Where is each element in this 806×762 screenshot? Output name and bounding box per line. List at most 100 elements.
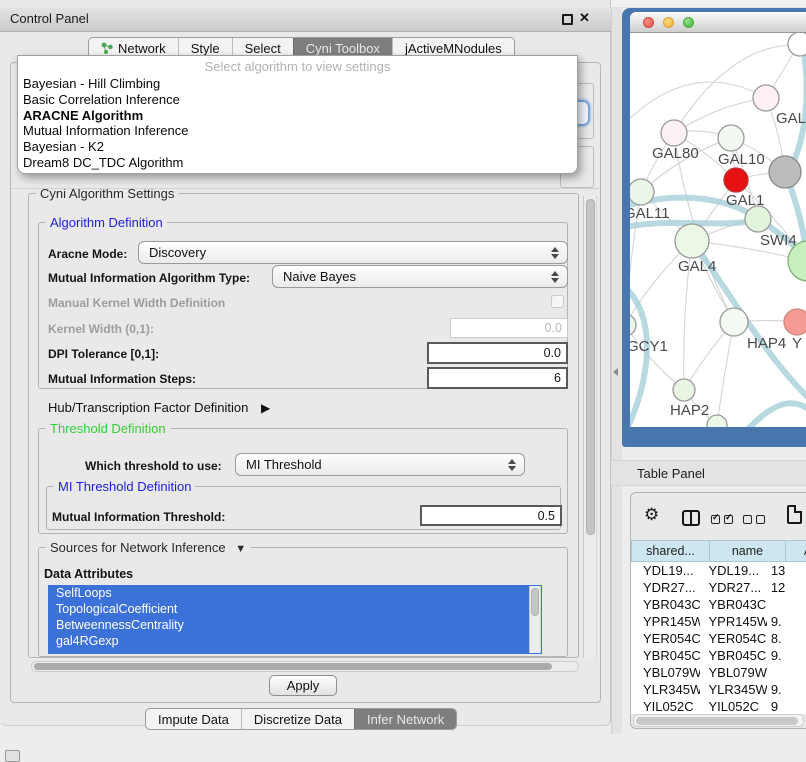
table-header-row[interactable]: shared...nameA <box>631 540 806 562</box>
table-row[interactable]: YBR045CYBR045C9. <box>631 647 806 664</box>
algorithm-option[interactable]: ARACNE Algorithm <box>18 108 577 124</box>
apply-button[interactable]: Apply <box>269 675 337 696</box>
scrollbar-thumb[interactable] <box>636 717 798 725</box>
scrollbar-thumb[interactable] <box>531 588 539 616</box>
table-row[interactable]: YBR043CYBR043C <box>631 596 806 613</box>
close-icon[interactable]: ✕ <box>579 10 590 26</box>
kernel-width-field[interactable]: 0.0 <box>450 318 568 338</box>
node-label-hap4: HAP4 <box>747 335 786 352</box>
column-header[interactable]: shared... <box>631 540 710 562</box>
table-row[interactable]: YPR145WYPR145W9. <box>631 613 806 630</box>
network-node-gcy1[interactable] <box>630 314 636 336</box>
export-table-icon[interactable] <box>787 505 802 524</box>
which-threshold-value: MI Threshold <box>246 457 322 472</box>
table-row[interactable]: YLR345WYLR345W9. <box>631 681 806 698</box>
tab-impute-data[interactable]: Impute Data <box>146 709 241 729</box>
table-row[interactable]: YIL052CYIL052C9 <box>631 698 806 714</box>
table-cell: YBR045C <box>631 648 700 663</box>
table-row[interactable]: YER054CYER054C8. <box>631 630 806 647</box>
tab-infer-network[interactable]: Infer Network <box>354 709 456 729</box>
scrollbar-thumb[interactable] <box>34 663 552 670</box>
network-edge[interactable] <box>630 82 766 128</box>
attributes-list-scrollbar[interactable] <box>529 586 541 653</box>
dpi-tolerance-field[interactable]: 0.0 <box>427 342 568 364</box>
collapse-arrow-icon: ▼ <box>235 543 246 555</box>
table-cell: YBL079W <box>631 665 700 680</box>
algorithm-option[interactable]: Bayesian - K2 <box>18 139 577 155</box>
network-node-gal1[interactable] <box>724 168 748 192</box>
network-canvas[interactable]: GALGAL80GAL10GAL1GAL11SWI4GAL4GCY1HAP4YH… <box>630 33 806 427</box>
network-node[interactable] <box>788 33 806 56</box>
table-cell: 12 <box>767 580 806 595</box>
attribute-list-item[interactable]: TopologicalCoefficient <box>48 601 542 617</box>
network-edge[interactable] <box>674 98 766 133</box>
tab-label: jActiveMNodules <box>405 41 502 56</box>
sources-group-title[interactable]: Sources for Network Inference ▼ <box>46 540 250 555</box>
table-row[interactable]: YBL079WYBL079W <box>631 664 806 681</box>
minimize-traffic-light-icon[interactable] <box>663 17 674 28</box>
mi-threshold-group-title: MI Threshold Definition <box>54 479 195 494</box>
attribute-list-item[interactable]: SelfLoops <box>48 585 542 601</box>
network-node-gal[interactable] <box>753 85 779 111</box>
column-header[interactable]: name <box>710 540 786 562</box>
hub-section-toggle[interactable]: Hub/Transcription Factor Definition ▶ <box>48 400 270 415</box>
attribute-list-item[interactable]: BetweennessCentrality <box>48 617 542 633</box>
which-threshold-select[interactable]: MI Threshold <box>235 453 525 476</box>
network-edge[interactable] <box>717 322 734 425</box>
column-layout-icon[interactable] <box>682 510 700 526</box>
network-node[interactable] <box>769 156 801 188</box>
table-cell: YBL079W <box>700 665 766 680</box>
manual-kernel-checkbox[interactable] <box>551 295 564 308</box>
algorithm-option[interactable]: Mutual Information Inference <box>18 123 577 139</box>
algorithm-option[interactable]: Dream8 DC_TDC Algorithm <box>18 155 577 171</box>
attribute-list-item[interactable]: gal4RGexp <box>48 633 542 649</box>
network-window-titlebar[interactable] <box>630 12 806 33</box>
network-node-gal80[interactable] <box>661 120 687 146</box>
network-node-gal10[interactable] <box>718 125 744 151</box>
table-horizontal-scrollbar[interactable] <box>633 714 804 727</box>
mi-steps-field[interactable]: 6 <box>427 367 568 389</box>
settings-horizontal-scrollbar[interactable] <box>31 661 579 672</box>
algorithm-option[interactable]: Basic Correlation Inference <box>18 92 577 108</box>
network-edge[interactable] <box>630 325 684 390</box>
table-rows[interactable]: YDL19...YDL19...13YDR27...YDR27...12YBR0… <box>631 562 806 714</box>
table-cell: 9 <box>767 699 806 714</box>
network-edge-highlighted[interactable] <box>788 41 806 173</box>
zoom-traffic-light-icon[interactable] <box>683 17 694 28</box>
table-panel-title: Table Panel <box>637 466 705 481</box>
collapsed-panel-icon[interactable] <box>5 750 20 762</box>
float-window-icon[interactable] <box>562 14 573 25</box>
aracne-mode-select[interactable]: Discovery <box>138 241 568 264</box>
close-traffic-light-icon[interactable] <box>643 17 654 28</box>
network-node-hap4[interactable] <box>720 308 748 336</box>
algorithm-option[interactable]: Bayesian - Hill Climbing <box>18 76 577 92</box>
network-node-swi4[interactable] <box>745 206 771 232</box>
mi-threshold-field[interactable]: 0.5 <box>420 505 562 526</box>
network-node-y[interactable] <box>784 309 806 335</box>
network-edge-highlighted[interactable] <box>748 403 806 427</box>
network-edge-highlighted[interactable] <box>630 283 647 427</box>
settings-vertical-scrollbar[interactable] <box>583 196 597 658</box>
node-label-y: Y <box>792 335 802 352</box>
table-cell: YER054C <box>631 631 700 646</box>
deselect-all-columns-icon[interactable] <box>743 515 765 524</box>
tab-discretize-data[interactable]: Discretize Data <box>241 709 354 729</box>
table-row[interactable]: YDR27...YDR27...12 <box>631 579 806 596</box>
network-node-gal11[interactable] <box>630 179 654 205</box>
select-all-columns-icon[interactable] <box>711 515 733 524</box>
splitpane-collapse-icon[interactable] <box>613 368 618 376</box>
column-header[interactable]: A <box>786 540 806 562</box>
data-attributes-list[interactable]: SelfLoopsTopologicalCoefficientBetweenne… <box>48 585 542 654</box>
tab-label: Impute Data <box>158 712 229 727</box>
network-node[interactable] <box>707 415 727 427</box>
table-cell: 9. <box>767 682 806 697</box>
node-label-gal80: GAL80 <box>652 145 699 162</box>
network-node-gal4[interactable] <box>675 224 709 258</box>
table-row[interactable]: YDL19...YDL19...13 <box>631 562 806 579</box>
network-graph[interactable]: GALGAL80GAL10GAL1GAL11SWI4GAL4GCY1HAP4YH… <box>630 33 806 427</box>
table-cell: YDR27... <box>700 580 766 595</box>
network-node-hap2[interactable] <box>673 379 695 401</box>
mi-type-select[interactable]: Naive Bayes <box>272 265 568 288</box>
scrollbar-thumb[interactable] <box>586 199 595 535</box>
gear-icon[interactable]: ⚙ <box>644 507 659 524</box>
